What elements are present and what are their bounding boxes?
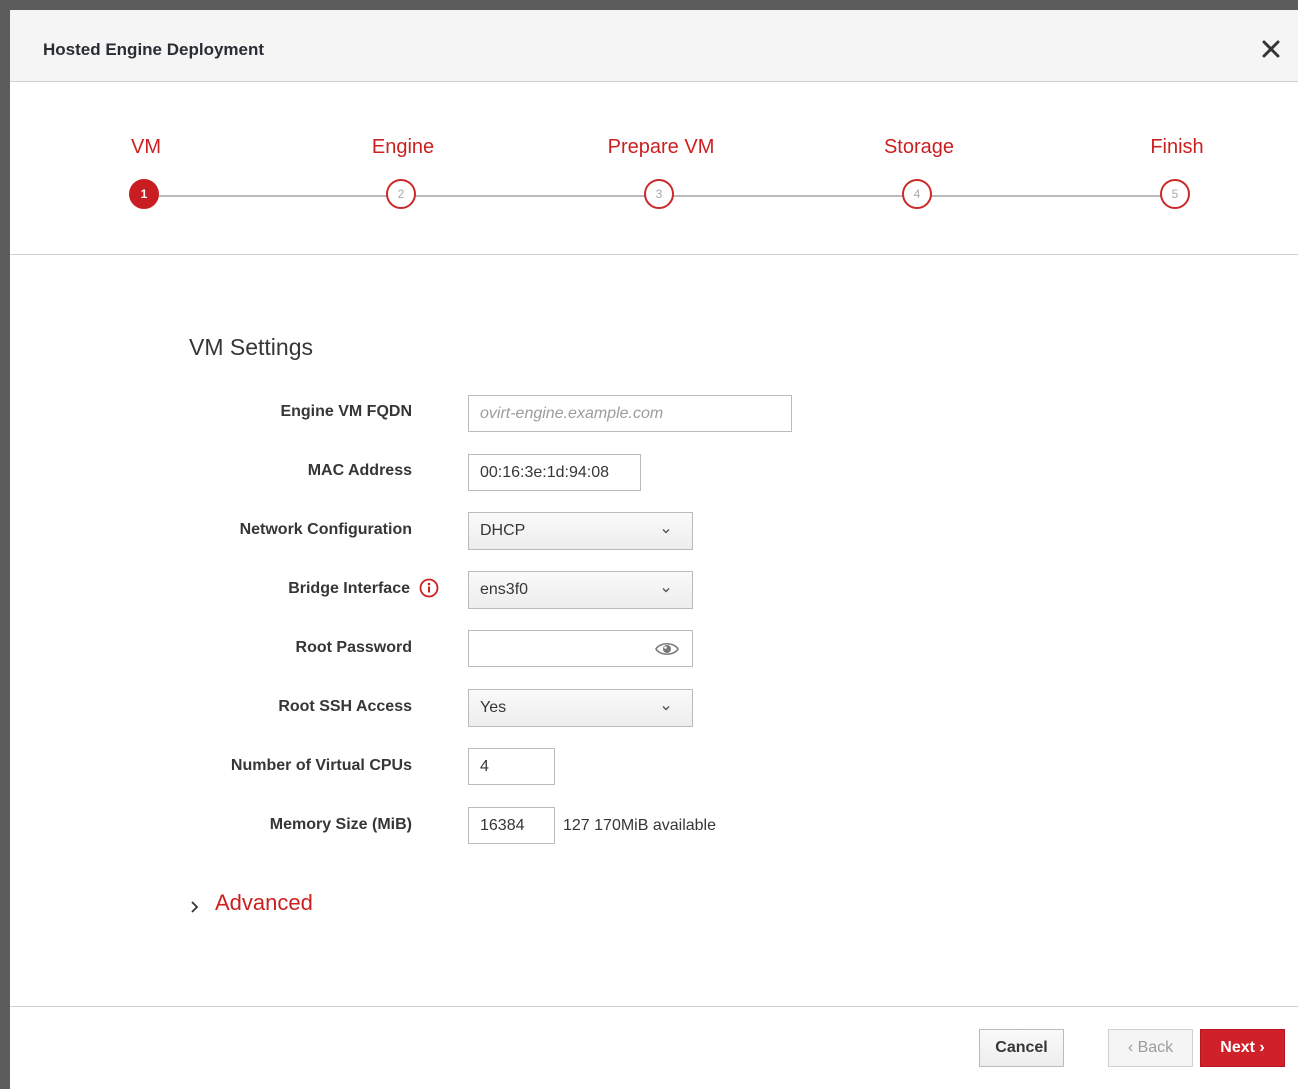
root-password-input[interactable] [469,631,649,666]
mac-address-input[interactable] [468,454,641,491]
next-button[interactable]: Next › [1200,1029,1285,1067]
step-number-badge: 4 [902,179,932,209]
root-password-label: Root Password [295,639,412,656]
dialog-header: Hosted Engine Deployment [10,10,1298,82]
chevron-right-icon [191,901,199,913]
network-configuration-value: DHCP [480,522,526,539]
step-number-badge: 1 [129,179,159,209]
bridge-interface-value: ens3f0 [480,581,529,598]
bridge-interface-label: Bridge Interface [288,580,410,597]
close-icon [1262,40,1280,58]
cancel-button[interactable]: Cancel [979,1029,1064,1067]
fqdn-label: Engine VM FQDN [280,403,412,420]
root-password-field [468,630,693,667]
step-label: Finish [1150,136,1204,158]
vcpus-input[interactable] [468,748,555,785]
vcpus-label: Number of Virtual CPUs [230,757,412,774]
wizard-step-storage[interactable]: Storage 4 [819,82,1019,222]
wizard-step-vm[interactable]: VM 1 [46,82,246,222]
root-ssh-access-label: Root SSH Access [278,698,412,715]
memory-size-label: Memory Size (MiB) [269,816,412,833]
step-label: VM [131,136,161,158]
network-configuration-select[interactable]: DHCP [468,512,693,550]
hosted-engine-deployment-dialog: Hosted Engine Deployment VM 1 Engine 2 P… [10,10,1298,1090]
close-button[interactable] [1258,36,1284,62]
dialog-footer: Cancel ‹ Back Next › [10,1006,1298,1090]
memory-available-text: 127 170MiB available [563,817,716,834]
step-label: Storage [883,136,955,158]
wizard-step-finish[interactable]: Finish 5 [1077,82,1277,222]
wizard-step-prepare-vm[interactable]: Prepare VM 3 [561,82,761,222]
step-number-badge: 3 [644,179,674,209]
memory-size-input[interactable] [468,807,555,844]
info-icon[interactable] [419,578,439,598]
root-ssh-access-value: Yes [480,699,507,716]
chevron-down-icon [662,588,670,593]
advanced-label: Advanced [215,890,313,915]
mac-address-label: MAC Address [307,462,412,479]
step-label: Prepare VM [607,136,715,158]
fqdn-input[interactable] [468,395,792,432]
dialog-title: Hosted Engine Deployment [43,40,265,59]
chevron-down-icon [662,529,670,534]
step-number-badge: 5 [1160,179,1190,209]
section-title: VM Settings [189,334,313,360]
step-label: Engine [371,136,435,158]
network-configuration-label: Network Configuration [239,521,412,538]
wizard-steps: VM 1 Engine 2 Prepare VM 3 Storage 4 Fin… [10,82,1298,255]
eye-icon[interactable] [654,640,680,658]
chevron-down-icon [662,706,670,711]
back-button[interactable]: ‹ Back [1108,1029,1193,1067]
wizard-step-engine[interactable]: Engine 2 [303,82,503,222]
bridge-interface-select[interactable]: ens3f0 [468,571,693,609]
root-ssh-access-select[interactable]: Yes [468,689,693,727]
step-number-badge: 2 [386,179,416,209]
